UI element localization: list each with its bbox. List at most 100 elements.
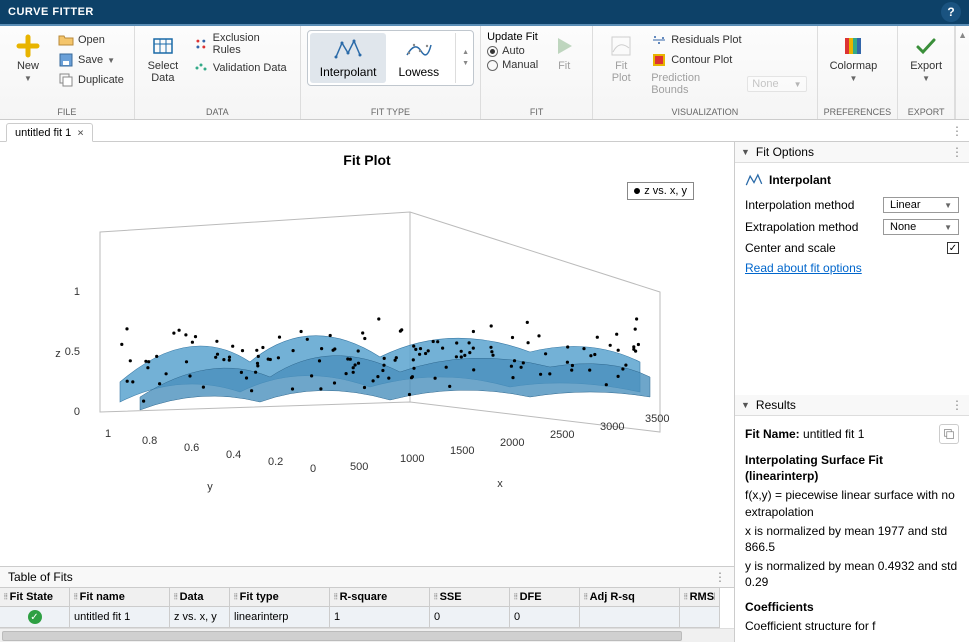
cell-fit-name[interactable]: untitled fit 1 xyxy=(70,607,170,628)
document-tab[interactable]: untitled fit 1 × xyxy=(6,123,93,142)
svg-text:3000: 3000 xyxy=(600,421,624,433)
svg-text:1500: 1500 xyxy=(450,445,474,457)
col-rsquare[interactable]: ⦙⦙R-square xyxy=(330,588,430,607)
fit-type-gallery[interactable]: Interpolant Lowess ▲▼ xyxy=(307,30,474,86)
prediction-bounds-button: Prediction BoundsNone▼ xyxy=(647,70,810,98)
results-body: Fit Name: untitled fit 1 Interpolating S… xyxy=(735,416,969,642)
copy-results-button[interactable] xyxy=(939,424,959,444)
svg-text:0.8: 0.8 xyxy=(142,435,157,447)
panel-menu-icon[interactable]: ⋮ xyxy=(951,145,963,159)
chevron-up-icon[interactable]: ▲ xyxy=(460,47,471,58)
toolstrip-collapse[interactable]: ▲ xyxy=(955,26,969,119)
tof-menu-icon[interactable]: ⋮ xyxy=(714,570,726,584)
new-button[interactable]: New ▼ xyxy=(6,30,50,87)
cell-rmse[interactable] xyxy=(680,607,720,628)
col-fit-name[interactable]: ⦙⦙Fit name xyxy=(70,588,170,607)
exclusion-rules-button[interactable]: Exclusion Rules xyxy=(189,30,294,58)
plot-canvas[interactable]: Fit Plot z vs. x, y 0 0.5 1 z xyxy=(0,142,734,566)
results-xnorm: x is normalized by mean 1977 and std 866… xyxy=(745,523,959,555)
colormap-button[interactable]: Colormap ▼ xyxy=(824,30,884,87)
interpolant-icon xyxy=(334,37,362,61)
cell-dfe[interactable]: 0 xyxy=(510,607,580,628)
col-adjrsq[interactable]: ⦙⦙Adj R-sq xyxy=(580,588,680,607)
cell-data[interactable]: z vs. x, y xyxy=(170,607,230,628)
results-header[interactable]: ▼Results⋮ xyxy=(735,395,969,416)
svg-text:0: 0 xyxy=(310,463,316,475)
cell-sse[interactable]: 0 xyxy=(430,607,510,628)
cell-adjrsq[interactable] xyxy=(580,607,680,628)
svg-text:x: x xyxy=(497,478,503,490)
open-button[interactable]: Open xyxy=(54,30,128,50)
check-icon xyxy=(914,34,938,58)
interpolant-icon xyxy=(745,171,763,189)
fit-options-header[interactable]: ▼Fit Options⋮ xyxy=(735,142,969,163)
residuals-plot-button[interactable]: Residuals Plot xyxy=(647,30,810,50)
folder-open-icon xyxy=(58,32,74,48)
center-scale-checkbox[interactable]: ✓ xyxy=(947,242,959,254)
cell-fit-state[interactable]: ✓ xyxy=(0,607,70,628)
svg-text:0.5: 0.5 xyxy=(65,346,80,358)
contour-plot-button[interactable]: Contour Plot xyxy=(647,50,810,70)
svg-text:500: 500 xyxy=(350,461,368,473)
col-rmse[interactable]: ⦙⦙RMSE xyxy=(680,588,720,607)
app-title: CURVE FITTER xyxy=(8,6,94,18)
collapse-icon: ▼ xyxy=(741,400,750,410)
svg-text:1: 1 xyxy=(74,286,80,298)
save-button[interactable]: Save▼ xyxy=(54,50,128,70)
group-data: Select Data Exclusion Rules Validation D… xyxy=(135,26,301,119)
chevron-down-icon: ▼ xyxy=(922,74,930,83)
svg-text:1: 1 xyxy=(105,428,111,440)
radio-icon xyxy=(487,60,498,71)
auto-fit-radio[interactable]: Auto xyxy=(487,44,538,58)
fit-name-label: Fit Name: xyxy=(745,427,800,441)
svg-text:2000: 2000 xyxy=(500,437,524,449)
group-visualization: Fit Plot Residuals Plot Contour Plot Pre… xyxy=(593,26,817,119)
cell-fit-type[interactable]: linearinterp xyxy=(230,607,330,628)
cell-rsq[interactable]: 1 xyxy=(330,607,430,628)
help-button[interactable]: ? xyxy=(941,2,961,22)
fit-options-body: Interpolant Interpolation method Linear▼… xyxy=(735,163,969,283)
title-bar: CURVE FITTER ? xyxy=(0,0,969,26)
select-data-button[interactable]: Select Data xyxy=(141,30,185,88)
fit-type-interpolant[interactable]: Interpolant xyxy=(310,33,387,83)
tab-menu-icon[interactable]: ⋮ xyxy=(951,124,963,138)
col-dfe[interactable]: ⦙⦙DFE xyxy=(510,588,580,607)
panel-menu-icon[interactable]: ⋮ xyxy=(951,398,963,412)
contour-icon xyxy=(651,52,667,68)
results-heading: Interpolating Surface Fit (linearinterp) xyxy=(745,452,959,484)
export-button[interactable]: Export ▼ xyxy=(904,30,948,87)
group-fit-type: Interpolant Lowess ▲▼ FIT TYPE xyxy=(301,26,481,119)
extrap-method-dropdown[interactable]: None▼ xyxy=(883,219,959,235)
radio-checked-icon xyxy=(487,46,498,57)
col-sse[interactable]: ⦙⦙SSE xyxy=(430,588,510,607)
col-fit-type[interactable]: ⦙⦙Fit type xyxy=(230,588,330,607)
table-of-fits: Table of Fits ⋮ ⦙⦙Fit State ⦙⦙Fit name ⦙… xyxy=(0,566,734,642)
fit-plot-icon xyxy=(609,34,633,58)
chevron-down-icon[interactable]: ▼ xyxy=(460,58,471,69)
fit-type-lowess[interactable]: Lowess xyxy=(388,33,449,83)
col-data[interactable]: ⦙⦙Data xyxy=(170,588,230,607)
group-preferences: Colormap ▼ PREFERENCES xyxy=(818,26,899,119)
fit-button: Fit xyxy=(542,30,586,76)
save-icon xyxy=(58,52,74,68)
fit-plot-button: Fit Plot xyxy=(599,30,643,88)
svg-text:0.6: 0.6 xyxy=(184,442,199,454)
svg-text:3500: 3500 xyxy=(645,413,669,425)
chevron-down-icon: ▼ xyxy=(849,74,857,83)
table-icon xyxy=(151,34,175,58)
document-tabstrip: untitled fit 1 × ⋮ xyxy=(0,120,969,142)
lowess-icon xyxy=(405,37,433,61)
read-about-options-link[interactable]: Read about fit options xyxy=(745,261,862,275)
manual-fit-radio[interactable]: Manual xyxy=(487,58,538,72)
svg-text:y: y xyxy=(207,481,213,493)
interp-method-dropdown[interactable]: Linear▼ xyxy=(883,197,959,213)
gallery-scroll[interactable]: ▲▼ xyxy=(455,33,471,83)
close-icon[interactable]: × xyxy=(77,126,84,139)
prediction-bounds-dropdown: None▼ xyxy=(747,76,806,92)
plus-icon xyxy=(16,34,40,58)
duplicate-button[interactable]: Duplicate xyxy=(54,70,128,90)
col-fit-state[interactable]: ⦙⦙Fit State xyxy=(0,588,70,607)
scrollbar-thumb[interactable] xyxy=(2,631,682,641)
tof-hscrollbar[interactable] xyxy=(0,628,734,642)
validation-data-button[interactable]: Validation Data xyxy=(189,58,294,78)
